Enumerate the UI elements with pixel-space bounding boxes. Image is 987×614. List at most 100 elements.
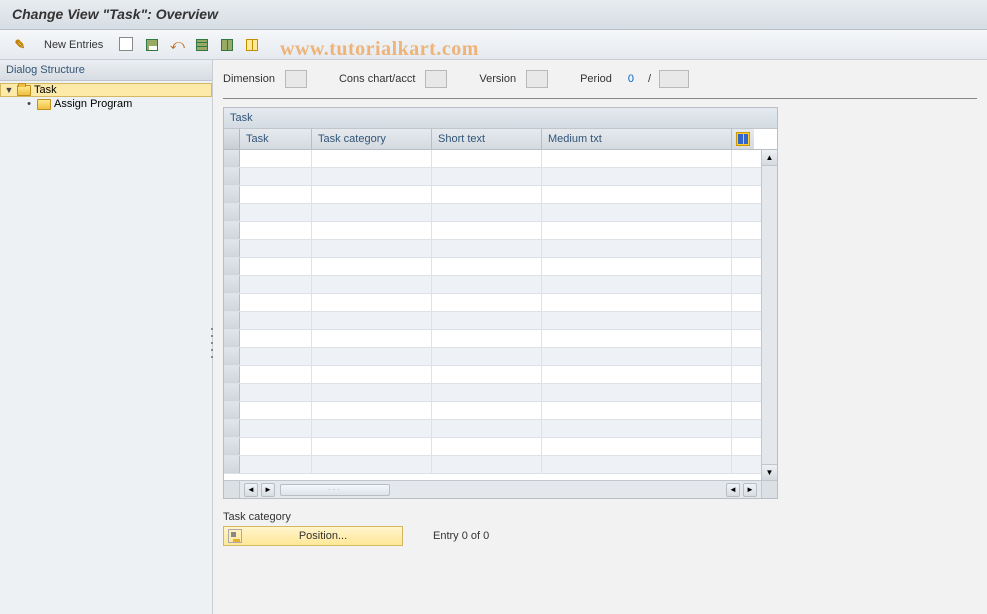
row-selector[interactable] bbox=[224, 456, 240, 473]
folder-open-icon bbox=[17, 85, 31, 96]
cons-chart-label: Cons chart/acct bbox=[339, 73, 415, 85]
tree-item-label: Assign Program bbox=[54, 98, 132, 110]
row-selector[interactable] bbox=[224, 420, 240, 437]
table-row[interactable] bbox=[224, 366, 761, 384]
copy-icon[interactable] bbox=[117, 35, 137, 55]
table-row[interactable] bbox=[224, 384, 761, 402]
task-grid-group: Task Task Task category Short text Mediu… bbox=[223, 107, 778, 499]
period-label: Period bbox=[580, 73, 612, 85]
table-row[interactable] bbox=[224, 402, 761, 420]
table-row[interactable] bbox=[224, 348, 761, 366]
row-header-stub[interactable] bbox=[224, 129, 240, 149]
table-row[interactable] bbox=[224, 420, 761, 438]
row-selector[interactable] bbox=[224, 258, 240, 275]
row-selector[interactable] bbox=[224, 186, 240, 203]
position-button-label: Position... bbox=[248, 530, 398, 542]
table-row[interactable] bbox=[224, 456, 761, 474]
row-selector[interactable] bbox=[224, 384, 240, 401]
page-title: Change View "Task": Overview bbox=[12, 6, 975, 22]
table-row[interactable] bbox=[224, 150, 761, 168]
sidebar-header: Dialog Structure bbox=[0, 60, 212, 81]
period-separator: / bbox=[648, 73, 651, 85]
scroll-left-icon[interactable]: ◄ bbox=[244, 483, 258, 497]
column-header-task-category[interactable]: Task category bbox=[312, 129, 432, 149]
table-row[interactable] bbox=[224, 204, 761, 222]
save-variant-icon[interactable] bbox=[142, 35, 162, 55]
row-selector[interactable] bbox=[224, 366, 240, 383]
sidebar: Dialog Structure ▼ Task • Assign Program bbox=[0, 60, 213, 614]
row-selector[interactable] bbox=[224, 150, 240, 167]
entry-count-text: Entry 0 of 0 bbox=[433, 530, 489, 542]
select-all-icon[interactable] bbox=[192, 35, 212, 55]
dimension-label: Dimension bbox=[223, 73, 275, 85]
tree-item-task[interactable]: ▼ Task bbox=[0, 83, 212, 97]
column-config-cell bbox=[732, 129, 754, 149]
table-row[interactable] bbox=[224, 312, 761, 330]
vertical-scrollbar[interactable]: ▲ ▼ bbox=[761, 150, 777, 480]
column-header-medium-txt[interactable]: Medium txt bbox=[542, 129, 732, 149]
splitter-handle[interactable] bbox=[209, 325, 215, 361]
grid-group-title: Task bbox=[224, 108, 777, 129]
horizontal-scrollbar[interactable]: ◄ ► ··· ◄ ► bbox=[224, 480, 777, 498]
grid-body: ▲ ▼ bbox=[224, 150, 777, 480]
footer-area: Task category Position... Entry 0 of 0 bbox=[223, 511, 977, 546]
position-button[interactable]: Position... bbox=[223, 526, 403, 546]
scroll-up-icon[interactable]: ▲ bbox=[762, 150, 777, 166]
row-selector[interactable] bbox=[224, 222, 240, 239]
main-area: Dialog Structure ▼ Task • Assign Program… bbox=[0, 60, 987, 614]
row-selector[interactable] bbox=[224, 294, 240, 311]
toolbar: ✎ New Entries ⤺ bbox=[0, 30, 987, 60]
row-selector[interactable] bbox=[224, 276, 240, 293]
table-row[interactable] bbox=[224, 276, 761, 294]
scroll-down-icon[interactable]: ▼ bbox=[762, 464, 777, 480]
new-entries-button[interactable]: New Entries bbox=[35, 36, 112, 54]
table-row[interactable] bbox=[224, 438, 761, 456]
row-selector[interactable] bbox=[224, 438, 240, 455]
table-row[interactable] bbox=[224, 222, 761, 240]
period-input-b[interactable] bbox=[659, 70, 689, 88]
task-grid: Task Task category Short text Medium txt bbox=[224, 129, 777, 498]
title-bar: Change View "Task": Overview bbox=[0, 0, 987, 30]
period-value-a: 0 bbox=[622, 73, 640, 85]
select-block-icon[interactable] bbox=[217, 35, 237, 55]
table-row[interactable] bbox=[224, 240, 761, 258]
folder-icon bbox=[37, 99, 51, 110]
cons-chart-input[interactable] bbox=[425, 70, 447, 88]
row-selector[interactable] bbox=[224, 240, 240, 257]
parameter-row: Dimension Cons chart/acct Version Period… bbox=[223, 66, 977, 99]
undo-icon[interactable]: ⤺ bbox=[167, 35, 187, 55]
scroll-right-icon[interactable]: ► bbox=[743, 483, 757, 497]
table-row[interactable] bbox=[224, 168, 761, 186]
table-row[interactable] bbox=[224, 186, 761, 204]
dialog-structure-tree: ▼ Task • Assign Program bbox=[0, 81, 212, 113]
tree-item-label: Task bbox=[34, 84, 57, 96]
deselect-icon[interactable] bbox=[242, 35, 262, 55]
table-settings-icon[interactable] bbox=[736, 132, 750, 146]
table-row[interactable] bbox=[224, 330, 761, 348]
tree-item-assign-program[interactable]: • Assign Program bbox=[0, 97, 212, 111]
version-label: Version bbox=[479, 73, 516, 85]
task-category-label: Task category bbox=[223, 511, 977, 523]
tree-expander-icon[interactable]: ▼ bbox=[4, 85, 14, 95]
row-selector[interactable] bbox=[224, 330, 240, 347]
dimension-input[interactable] bbox=[285, 70, 307, 88]
edit-icon[interactable]: ✎ bbox=[10, 35, 30, 55]
content-area: Dimension Cons chart/acct Version Period… bbox=[213, 60, 987, 614]
version-input[interactable] bbox=[526, 70, 548, 88]
scroll-right-step-icon[interactable]: ► bbox=[261, 483, 275, 497]
row-selector[interactable] bbox=[224, 402, 240, 419]
grid-rows-container bbox=[224, 150, 761, 480]
row-selector[interactable] bbox=[224, 312, 240, 329]
grid-header-row: Task Task category Short text Medium txt bbox=[224, 129, 777, 150]
column-header-task[interactable]: Task bbox=[240, 129, 312, 149]
scroll-left-end-icon[interactable]: ◄ bbox=[726, 483, 740, 497]
row-selector[interactable] bbox=[224, 168, 240, 185]
table-row[interactable] bbox=[224, 294, 761, 312]
position-lookup-icon bbox=[228, 529, 242, 543]
column-header-short-text[interactable]: Short text bbox=[432, 129, 542, 149]
hscroll-thumb[interactable]: ··· bbox=[280, 484, 390, 496]
table-row[interactable] bbox=[224, 258, 761, 276]
row-selector[interactable] bbox=[224, 204, 240, 221]
vscroll-track[interactable] bbox=[762, 166, 777, 464]
row-selector[interactable] bbox=[224, 348, 240, 365]
